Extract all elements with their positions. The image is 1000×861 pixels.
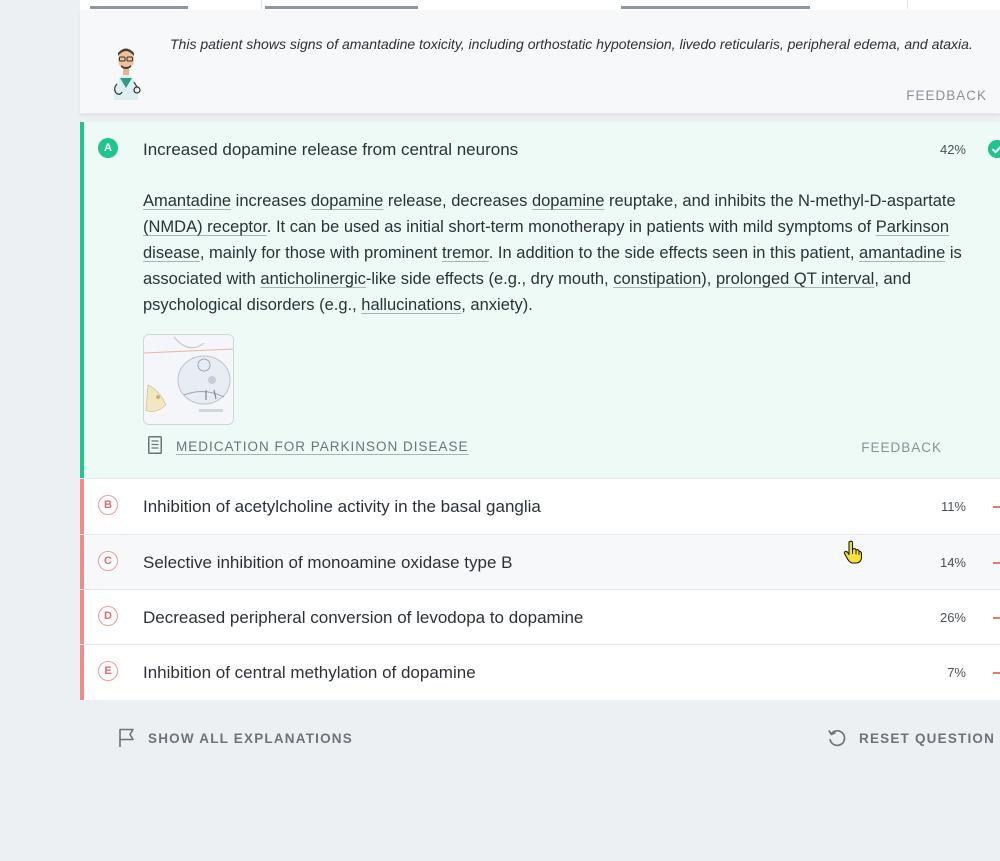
answer-letter-badge: D xyxy=(98,606,118,626)
explanation-term-link[interactable]: dopamine xyxy=(532,192,604,210)
check-circle-icon xyxy=(988,140,1000,158)
answer-letter-badge: A xyxy=(98,138,118,158)
doctor-avatar-icon xyxy=(114,48,141,100)
explanation-text: Amantadine increases dopamine release, d… xyxy=(143,188,963,318)
explanation-term-link[interactable]: (NMDA) receptor xyxy=(143,218,267,236)
answer-row-d[interactable]: D Decreased peripheral conversion of lev… xyxy=(80,590,1000,645)
explanation-term-link[interactable]: tremor xyxy=(442,244,489,262)
answer-option-d[interactable]: D Decreased peripheral conversion of lev… xyxy=(80,589,1000,645)
article-link-label[interactable]: MEDICATION FOR PARKINSON DISEASE xyxy=(176,439,469,454)
hint-feedback-link[interactable]: FEEDBACK xyxy=(906,88,987,103)
explanation-term-link[interactable]: anticholinergic xyxy=(260,270,365,288)
answer-feedback-link[interactable]: FEEDBACK xyxy=(861,440,942,455)
explanation-segment: increases xyxy=(231,192,311,210)
answer-text: Decreased peripheral conversion of levod… xyxy=(143,608,584,627)
tab-2[interactable] xyxy=(190,0,260,9)
answer-percent: 26% xyxy=(939,610,966,625)
tab-5[interactable] xyxy=(812,0,906,9)
answer-row-b[interactable]: B Inhibition of acetylcholine activity i… xyxy=(80,479,1000,534)
answer-text: Inhibition of acetylcholine activity in … xyxy=(143,497,541,516)
answer-option-a[interactable]: A Increased dopamine release from centra… xyxy=(80,122,1000,478)
explanation-segment: . In addition to the side effects seen i… xyxy=(488,244,860,262)
answer-percent: 7% xyxy=(947,665,966,680)
explanation-segment: , mainly for those with prominent xyxy=(199,244,442,262)
flag-icon xyxy=(119,728,134,747)
explanation-term-link[interactable]: hallucinations xyxy=(361,296,461,314)
explanation-term-link[interactable]: amantadine xyxy=(859,244,945,262)
wrong-marker xyxy=(993,672,1000,674)
reset-question-button[interactable]: RESET QUESTION xyxy=(827,728,997,750)
explanation-segment: reuptake, and inhibits the N-methyl-D-as… xyxy=(604,192,956,210)
hint-text: This patient shows signs of amantadine t… xyxy=(170,36,973,52)
answer-letter-badge: C xyxy=(98,551,118,571)
show-all-explanations-label: SHOW ALL EXPLANATIONS xyxy=(148,731,353,746)
explanation-term-link[interactable]: constipation xyxy=(613,270,701,288)
tab-3[interactable] xyxy=(265,0,418,9)
explanation-term-link[interactable]: Amantadine xyxy=(143,192,231,210)
document-icon xyxy=(148,436,162,454)
answer-percent: 42% xyxy=(939,142,966,157)
hand-cursor-icon xyxy=(843,540,863,564)
hint-panel: This patient shows signs of amantadine t… xyxy=(80,10,1000,114)
answer-text: Selective inhibition of monoamine oxidas… xyxy=(143,553,513,572)
wrong-marker xyxy=(993,562,1000,564)
answer-option-b[interactable]: B Inhibition of acetylcholine activity i… xyxy=(80,478,1000,534)
explanation-term-link[interactable]: prolonged QT interval xyxy=(716,270,874,288)
answer-percent: 11% xyxy=(940,499,966,514)
answer-row-e[interactable]: E Inhibition of central methylation of d… xyxy=(80,645,1000,700)
explanation-segment: , anxiety). xyxy=(461,296,533,314)
wrong-marker xyxy=(993,617,1000,619)
explanation-segment: . It can be used as initial short-term m… xyxy=(266,218,876,236)
explanation-segment: ), xyxy=(701,270,716,288)
reset-question-label: RESET QUESTION xyxy=(859,731,996,746)
answer-percent: 14% xyxy=(939,555,966,570)
answer-letter-badge: B xyxy=(98,495,118,515)
answer-text: Increased dopamine release from central … xyxy=(143,140,519,159)
illustration-thumbnail[interactable] xyxy=(143,334,234,425)
reset-icon xyxy=(828,729,846,747)
explanation-term-link[interactable]: dopamine xyxy=(311,192,383,210)
explanation-segment: -like side effects (e.g., dry mouth, xyxy=(365,270,614,288)
wrong-marker xyxy=(993,506,1000,508)
show-all-explanations-button[interactable]: SHOW ALL EXPLANATIONS xyxy=(118,728,358,750)
answer-text: Inhibition of central methylation of dop… xyxy=(143,663,476,682)
explanation-segment: release, decreases xyxy=(383,192,532,210)
answer-letter-badge: E xyxy=(98,661,118,681)
answer-row-a[interactable]: A Increased dopamine release from centra… xyxy=(80,122,1000,177)
tab-1[interactable] xyxy=(90,0,188,9)
tab-4[interactable] xyxy=(621,0,810,9)
answer-option-e[interactable]: E Inhibition of central methylation of d… xyxy=(80,644,1000,700)
